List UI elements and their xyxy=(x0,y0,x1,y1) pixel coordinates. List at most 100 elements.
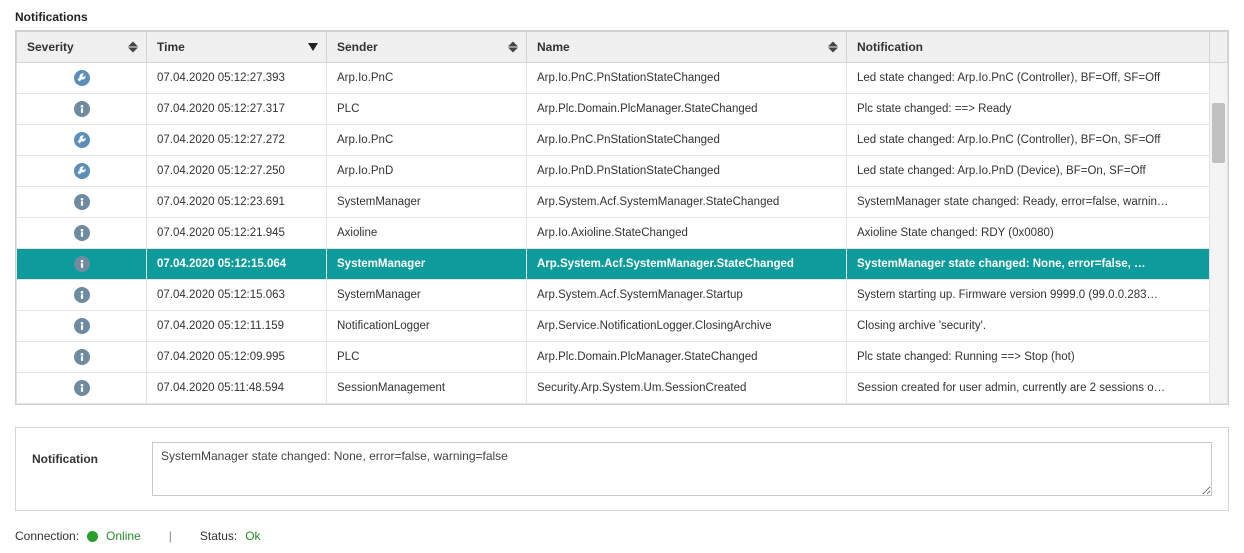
sort-icon xyxy=(508,42,518,53)
cell-sender: PLC xyxy=(327,342,527,373)
cell-notification: SystemManager state changed: None, error… xyxy=(847,249,1210,280)
col-header-severity[interactable]: Severity xyxy=(17,32,147,63)
status-bar: Connection: Online | Status: Ok xyxy=(15,529,1229,543)
scrollbar-thumb[interactable] xyxy=(1212,103,1225,163)
cell-notification: Plc state changed: Running ==> Stop (hot… xyxy=(847,342,1210,373)
cell-sender: Arp.Io.PnD xyxy=(327,156,527,187)
notifications-table: Severity Time Sender Name Notification xyxy=(16,31,1228,404)
cell-time: 07.04.2020 05:12:27.272 xyxy=(147,125,327,156)
cell-notification: Axioline State changed: RDY (0x0080) xyxy=(847,218,1210,249)
info-icon xyxy=(74,287,90,303)
cell-severity xyxy=(17,249,147,280)
status-label: Status: xyxy=(200,529,237,543)
cell-sender: SystemManager xyxy=(327,249,527,280)
sort-desc-icon xyxy=(308,43,318,51)
cell-notification: Led state changed: Arp.Io.PnC (Controlle… xyxy=(847,125,1210,156)
table-row[interactable]: 07.04.2020 05:12:15.063SystemManagerArp.… xyxy=(17,280,1228,311)
page-title: Notifications xyxy=(15,10,1229,24)
sort-icon xyxy=(828,42,838,53)
table-row[interactable]: 07.04.2020 05:12:11.159NotificationLogge… xyxy=(17,311,1228,342)
cell-notification: Led state changed: Arp.Io.PnD (Device), … xyxy=(847,156,1210,187)
col-header-severity-label: Severity xyxy=(27,40,74,54)
cell-severity xyxy=(17,187,147,218)
notifications-table-container: Severity Time Sender Name Notification xyxy=(15,30,1229,405)
cell-time: 07.04.2020 05:12:27.317 xyxy=(147,94,327,125)
cell-severity xyxy=(17,125,147,156)
cell-time: 07.04.2020 05:12:21.945 xyxy=(147,218,327,249)
cell-notification: Plc state changed: ==> Ready xyxy=(847,94,1210,125)
col-header-name[interactable]: Name xyxy=(527,32,847,63)
table-row[interactable]: 07.04.2020 05:12:21.945AxiolineArp.Io.Ax… xyxy=(17,218,1228,249)
cell-name: Arp.Io.Axioline.StateChanged xyxy=(527,218,847,249)
cell-time: 07.04.2020 05:12:27.250 xyxy=(147,156,327,187)
table-row[interactable]: 07.04.2020 05:12:27.393Arp.Io.PnCArp.Io.… xyxy=(17,63,1228,94)
info-icon xyxy=(74,349,90,365)
table-row[interactable]: 07.04.2020 05:12:09.995PLCArp.Plc.Domain… xyxy=(17,342,1228,373)
info-icon xyxy=(74,318,90,334)
detail-label: Notification xyxy=(32,442,132,466)
table-row[interactable]: 07.04.2020 05:11:48.594SessionManagement… xyxy=(17,373,1228,404)
cell-sender: SystemManager xyxy=(327,187,527,218)
cell-name: Arp.Io.PnC.PnStationStateChanged xyxy=(527,125,847,156)
cell-severity xyxy=(17,311,147,342)
cell-name: Arp.System.Acf.SystemManager.StateChange… xyxy=(527,249,847,280)
cell-notification: Closing archive 'security'. xyxy=(847,311,1210,342)
col-header-time-label: Time xyxy=(157,40,185,54)
connection-value: Online xyxy=(106,529,141,543)
scrollbar-header xyxy=(1210,32,1228,63)
cell-name: Arp.Plc.Domain.PlcManager.StateChanged xyxy=(527,94,847,125)
cell-time: 07.04.2020 05:12:27.393 xyxy=(147,63,327,94)
connection-status-icon xyxy=(87,531,98,542)
col-header-time[interactable]: Time xyxy=(147,32,327,63)
cell-sender: SessionManagement xyxy=(327,373,527,404)
col-header-name-label: Name xyxy=(537,40,570,54)
cell-name: Security.Arp.System.Um.SessionCreated xyxy=(527,373,847,404)
wrench-icon xyxy=(74,132,90,148)
cell-name: Arp.Service.NotificationLogger.ClosingAr… xyxy=(527,311,847,342)
cell-sender: SystemManager xyxy=(327,280,527,311)
info-icon xyxy=(74,256,90,272)
cell-name: Arp.System.Acf.SystemManager.StateChange… xyxy=(527,187,847,218)
cell-notification: System starting up. Firmware version 999… xyxy=(847,280,1210,311)
info-icon xyxy=(74,101,90,117)
cell-severity xyxy=(17,280,147,311)
table-row[interactable]: 07.04.2020 05:12:27.317PLCArp.Plc.Domain… xyxy=(17,94,1228,125)
table-row[interactable]: 07.04.2020 05:12:23.691SystemManagerArp.… xyxy=(17,187,1228,218)
col-header-notification[interactable]: Notification xyxy=(847,32,1210,63)
cell-severity xyxy=(17,218,147,249)
connection-label: Connection: xyxy=(15,529,79,543)
scrollbar-track[interactable] xyxy=(1210,63,1228,404)
cell-time: 07.04.2020 05:12:15.064 xyxy=(147,249,327,280)
cell-notification: Led state changed: Arp.Io.PnC (Controlle… xyxy=(847,63,1210,94)
status-separator: | xyxy=(169,529,172,543)
detail-panel: Notification xyxy=(15,427,1229,511)
cell-notification: SystemManager state changed: Ready, erro… xyxy=(847,187,1210,218)
cell-notification: Session created for user admin, currentl… xyxy=(847,373,1210,404)
cell-sender: PLC xyxy=(327,94,527,125)
wrench-icon xyxy=(74,163,90,179)
detail-textarea[interactable] xyxy=(152,442,1212,496)
cell-name: Arp.System.Acf.SystemManager.Startup xyxy=(527,280,847,311)
cell-sender: Arp.Io.PnC xyxy=(327,125,527,156)
info-icon xyxy=(74,380,90,396)
table-row[interactable]: 07.04.2020 05:12:27.272Arp.Io.PnCArp.Io.… xyxy=(17,125,1228,156)
cell-time: 07.04.2020 05:12:09.995 xyxy=(147,342,327,373)
sort-icon xyxy=(128,42,138,53)
cell-name: Arp.Io.PnC.PnStationStateChanged xyxy=(527,63,847,94)
cell-time: 07.04.2020 05:12:15.063 xyxy=(147,280,327,311)
col-header-notification-label: Notification xyxy=(857,40,923,54)
col-header-sender[interactable]: Sender xyxy=(327,32,527,63)
cell-severity xyxy=(17,94,147,125)
table-row[interactable]: 07.04.2020 05:12:27.250Arp.Io.PnDArp.Io.… xyxy=(17,156,1228,187)
wrench-icon xyxy=(74,70,90,86)
cell-severity xyxy=(17,342,147,373)
cell-sender: NotificationLogger xyxy=(327,311,527,342)
cell-time: 07.04.2020 05:12:23.691 xyxy=(147,187,327,218)
cell-severity xyxy=(17,63,147,94)
cell-sender: Arp.Io.PnC xyxy=(327,63,527,94)
cell-severity xyxy=(17,373,147,404)
cell-sender: Axioline xyxy=(327,218,527,249)
cell-time: 07.04.2020 05:11:48.594 xyxy=(147,373,327,404)
table-row[interactable]: 07.04.2020 05:12:15.064SystemManagerArp.… xyxy=(17,249,1228,280)
status-value: Ok xyxy=(245,529,260,543)
